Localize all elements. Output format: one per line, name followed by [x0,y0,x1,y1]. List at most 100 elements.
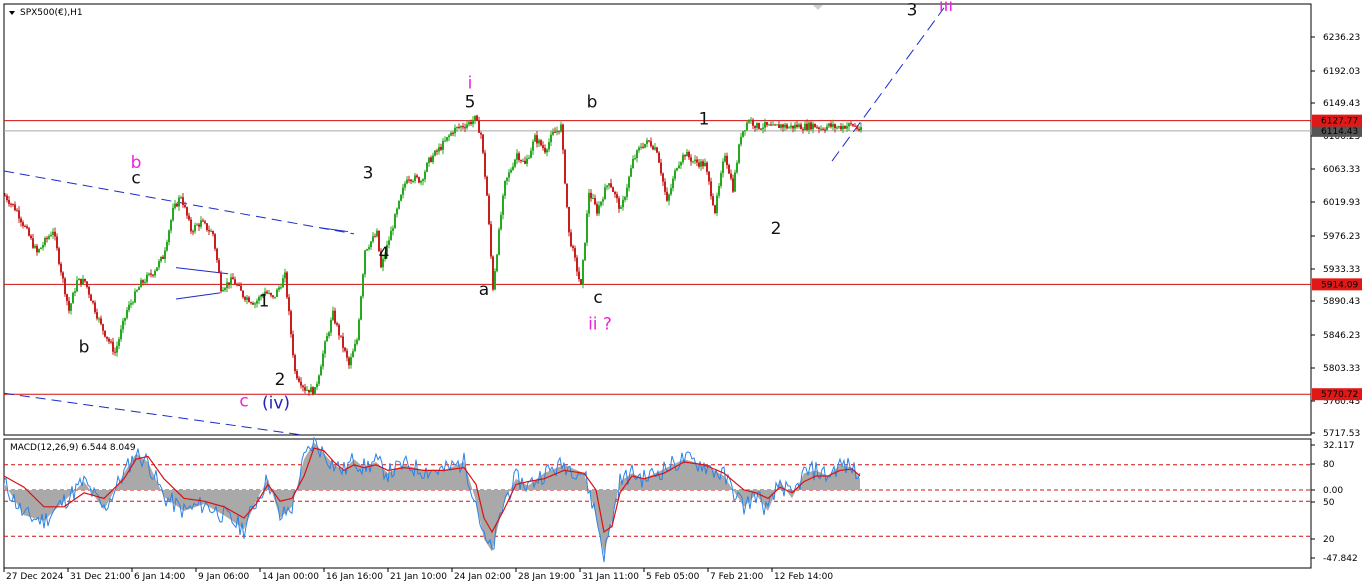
wave-label[interactable]: 2 [771,219,782,239]
candle-body [362,274,364,297]
candle-body [88,287,90,295]
candle-body [316,383,318,388]
candle-body [356,339,358,344]
candle-body [30,235,32,239]
candle-body [210,231,212,233]
wave-label[interactable]: 3 [907,0,918,20]
candle-body [248,297,250,303]
wave-label[interactable]: 5 [465,92,476,112]
candle-body [570,232,572,247]
candle-body [524,160,526,164]
candle-body [734,172,736,192]
candle-body [594,198,596,205]
candle-body [372,236,374,242]
wave-label[interactable]: b [79,338,90,358]
candle-body [686,152,688,157]
candle-body [294,355,296,372]
candle-body [338,324,340,336]
wave-label[interactable]: 1 [699,109,710,129]
candle-body [406,179,408,184]
candle-body [660,162,662,174]
candle-body [140,280,142,288]
candle-body [564,149,566,184]
candle-body [222,290,224,292]
candle-body [124,317,126,321]
candle-body [278,287,280,290]
candle-body [850,123,852,125]
candle-body [800,124,802,130]
candle-body [12,203,14,205]
candle-body [540,140,542,146]
candle-body [694,159,696,162]
candle-body [4,195,6,197]
candle-body [754,125,756,128]
candle-body [464,127,466,129]
candle-body [236,284,238,286]
wave-label[interactable]: b [587,92,598,112]
candle-body [108,338,110,342]
candle-body [230,277,232,285]
candle-body [352,351,354,358]
candle-body [70,303,72,311]
candle-body [838,126,840,128]
price-axis: 6236.236192.036149.436106.236063.336019.… [1311,33,1362,439]
candle-body [422,179,424,182]
candle-body [832,124,834,127]
wave-label[interactable]: 2 [275,370,286,390]
candle-body [318,375,320,384]
candle-body [22,222,24,226]
candle-body [312,387,314,395]
candle-body [522,160,524,162]
candle-body [786,124,788,129]
candle-body [398,200,400,209]
candle-body [234,279,236,285]
wave-label[interactable]: a [479,280,489,300]
candle-body [678,165,680,169]
candle-body [106,336,108,339]
candle-body [428,157,430,163]
candle-body [646,140,648,144]
wave-label[interactable]: 4 [379,244,390,264]
wave-label[interactable]: ii ? [588,315,612,335]
y-tick-label: 6149.43 [1323,99,1360,109]
wave-label[interactable]: 3 [363,164,374,184]
candle-body [830,123,832,127]
candle-body [766,122,768,125]
candle-body [100,318,102,325]
candle-body [324,341,326,354]
candle-body [634,158,636,160]
candle-body [78,278,80,281]
candle-body [458,127,460,129]
time-axis: 27 Dec 2024 31 Dec 21:00 6 Jan 14:00 9 Jan … [3,568,833,582]
candle-body [730,173,732,179]
candle-body [768,124,770,126]
candle-body [632,158,634,169]
candle-body [606,185,608,188]
candle-body [242,290,244,298]
candle-body [756,123,758,128]
wave-label[interactable]: 1 [259,292,270,312]
candle-body [624,197,626,200]
candle-body [300,381,302,386]
candle-body [118,339,120,346]
candle-body [284,272,286,279]
wave-label[interactable]: c [239,391,248,411]
x-tick-label: 28 Jan 19:00 [518,572,575,582]
candle-body [792,125,794,129]
candle-body [250,302,252,304]
wave-label[interactable]: c [593,288,602,308]
candle-body [456,127,458,129]
candle-body [216,248,218,261]
candle-body [780,124,782,128]
wave-label[interactable]: (iv) [262,394,290,414]
candle-body [822,128,824,130]
candle-body [860,127,862,131]
x-tick-label: 9 Jan 06:00 [198,572,250,582]
candle-body [288,297,290,312]
wave-label[interactable]: c [131,168,140,188]
candle-body [334,310,336,324]
candle-body [364,250,366,275]
wave-label[interactable]: iii [939,0,953,16]
candle-body [48,236,50,239]
wave-label[interactable]: i [468,73,473,93]
